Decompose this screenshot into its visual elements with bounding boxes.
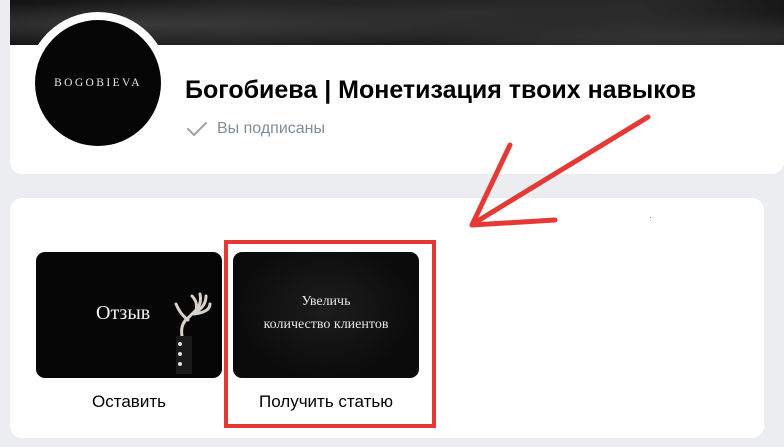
avatar-logo-text: BOGOBIEVA [54, 77, 142, 89]
annotation-arrow-icon [469, 114, 651, 228]
checkmark-icon [187, 122, 207, 136]
subscribed-button[interactable]: Вы подписаны [186, 120, 325, 138]
review-tile-caption[interactable]: Оставить [36, 392, 222, 412]
community-avatar[interactable]: BOGOBIEVA [35, 20, 161, 146]
community-title: Богобиева | Монетизация твоих навыков [185, 76, 697, 104]
review-tile-text: Отзыв [96, 302, 151, 324]
annotation-highlight-box [224, 240, 436, 428]
hand-icon [174, 292, 212, 374]
review-tile-image[interactable]: Отзыв [36, 252, 222, 378]
subscribed-label: Вы подписаны [217, 120, 325, 137]
